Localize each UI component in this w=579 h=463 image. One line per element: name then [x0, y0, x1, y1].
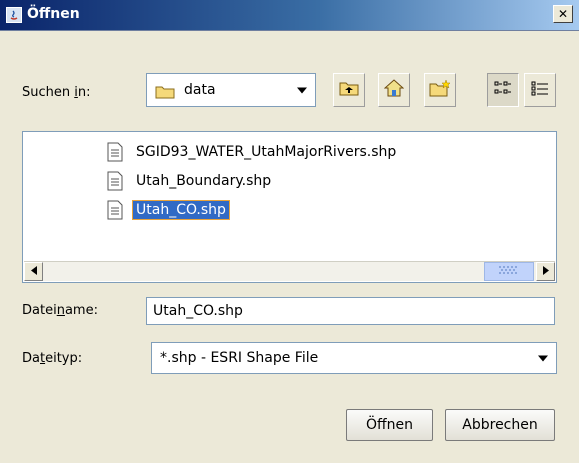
folder-icon [155, 84, 175, 103]
file-name: Utah_Boundary.shp [136, 173, 272, 189]
window-title: Öffnen [27, 6, 80, 22]
close-icon: ✕ [557, 7, 569, 21]
list-item[interactable]: SGID93_WATER_UtahMajorRivers.shp [107, 140, 399, 164]
home-icon [383, 79, 405, 101]
look-in-value: data [184, 82, 216, 98]
new-folder-icon [429, 79, 451, 101]
horizontal-scrollbar[interactable] [24, 261, 555, 281]
file-name-input[interactable] [146, 297, 555, 325]
scroll-right-button[interactable] [536, 262, 555, 281]
details-view-button[interactable] [524, 73, 556, 107]
new-folder-button[interactable] [424, 73, 456, 107]
up-folder-icon [339, 80, 359, 100]
details-view-icon [531, 80, 549, 100]
look-in-dropdown[interactable]: data [146, 73, 316, 107]
list-view-icon [494, 80, 512, 100]
open-button[interactable]: Öffnen [346, 409, 433, 441]
cancel-button[interactable]: Abbrechen [445, 409, 555, 441]
file-icon [107, 171, 125, 191]
look-in-label: Suchen in: [22, 85, 91, 100]
arrow-right-icon [542, 264, 549, 279]
arrow-left-icon [30, 264, 37, 279]
up-folder-button[interactable] [333, 73, 365, 107]
java-icon [6, 7, 22, 23]
chevron-down-icon [538, 351, 548, 366]
title-bar[interactable]: Öffnen ✕ [0, 0, 579, 31]
file-icon [107, 142, 125, 162]
chevron-down-icon [297, 83, 307, 98]
grip-icon [499, 264, 519, 279]
list-item[interactable]: Utah_Boundary.shp [107, 169, 274, 193]
file-type-dropdown[interactable]: *.shp - ESRI Shape File [151, 342, 557, 374]
scroll-left-button[interactable] [24, 262, 43, 281]
file-name-label: Dateiname: [22, 303, 98, 318]
file-icon [107, 200, 125, 220]
home-button[interactable] [378, 73, 410, 107]
open-dialog: Öffnen ✕ Suchen in: data SGID93_WATER_Ut… [0, 0, 579, 463]
list-item-selected[interactable]: Utah_CO.shp [107, 198, 230, 222]
file-name: Utah_CO.shp [132, 200, 230, 220]
file-list[interactable]: SGID93_WATER_UtahMajorRivers.shp Utah_Bo… [22, 131, 557, 283]
file-type-label: Dateityp: [22, 351, 83, 366]
scrollbar-thumb[interactable] [484, 262, 534, 281]
close-button[interactable]: ✕ [553, 5, 573, 23]
list-view-button[interactable] [487, 73, 519, 107]
file-name: SGID93_WATER_UtahMajorRivers.shp [136, 144, 397, 160]
file-type-value: *.shp - ESRI Shape File [160, 350, 319, 366]
